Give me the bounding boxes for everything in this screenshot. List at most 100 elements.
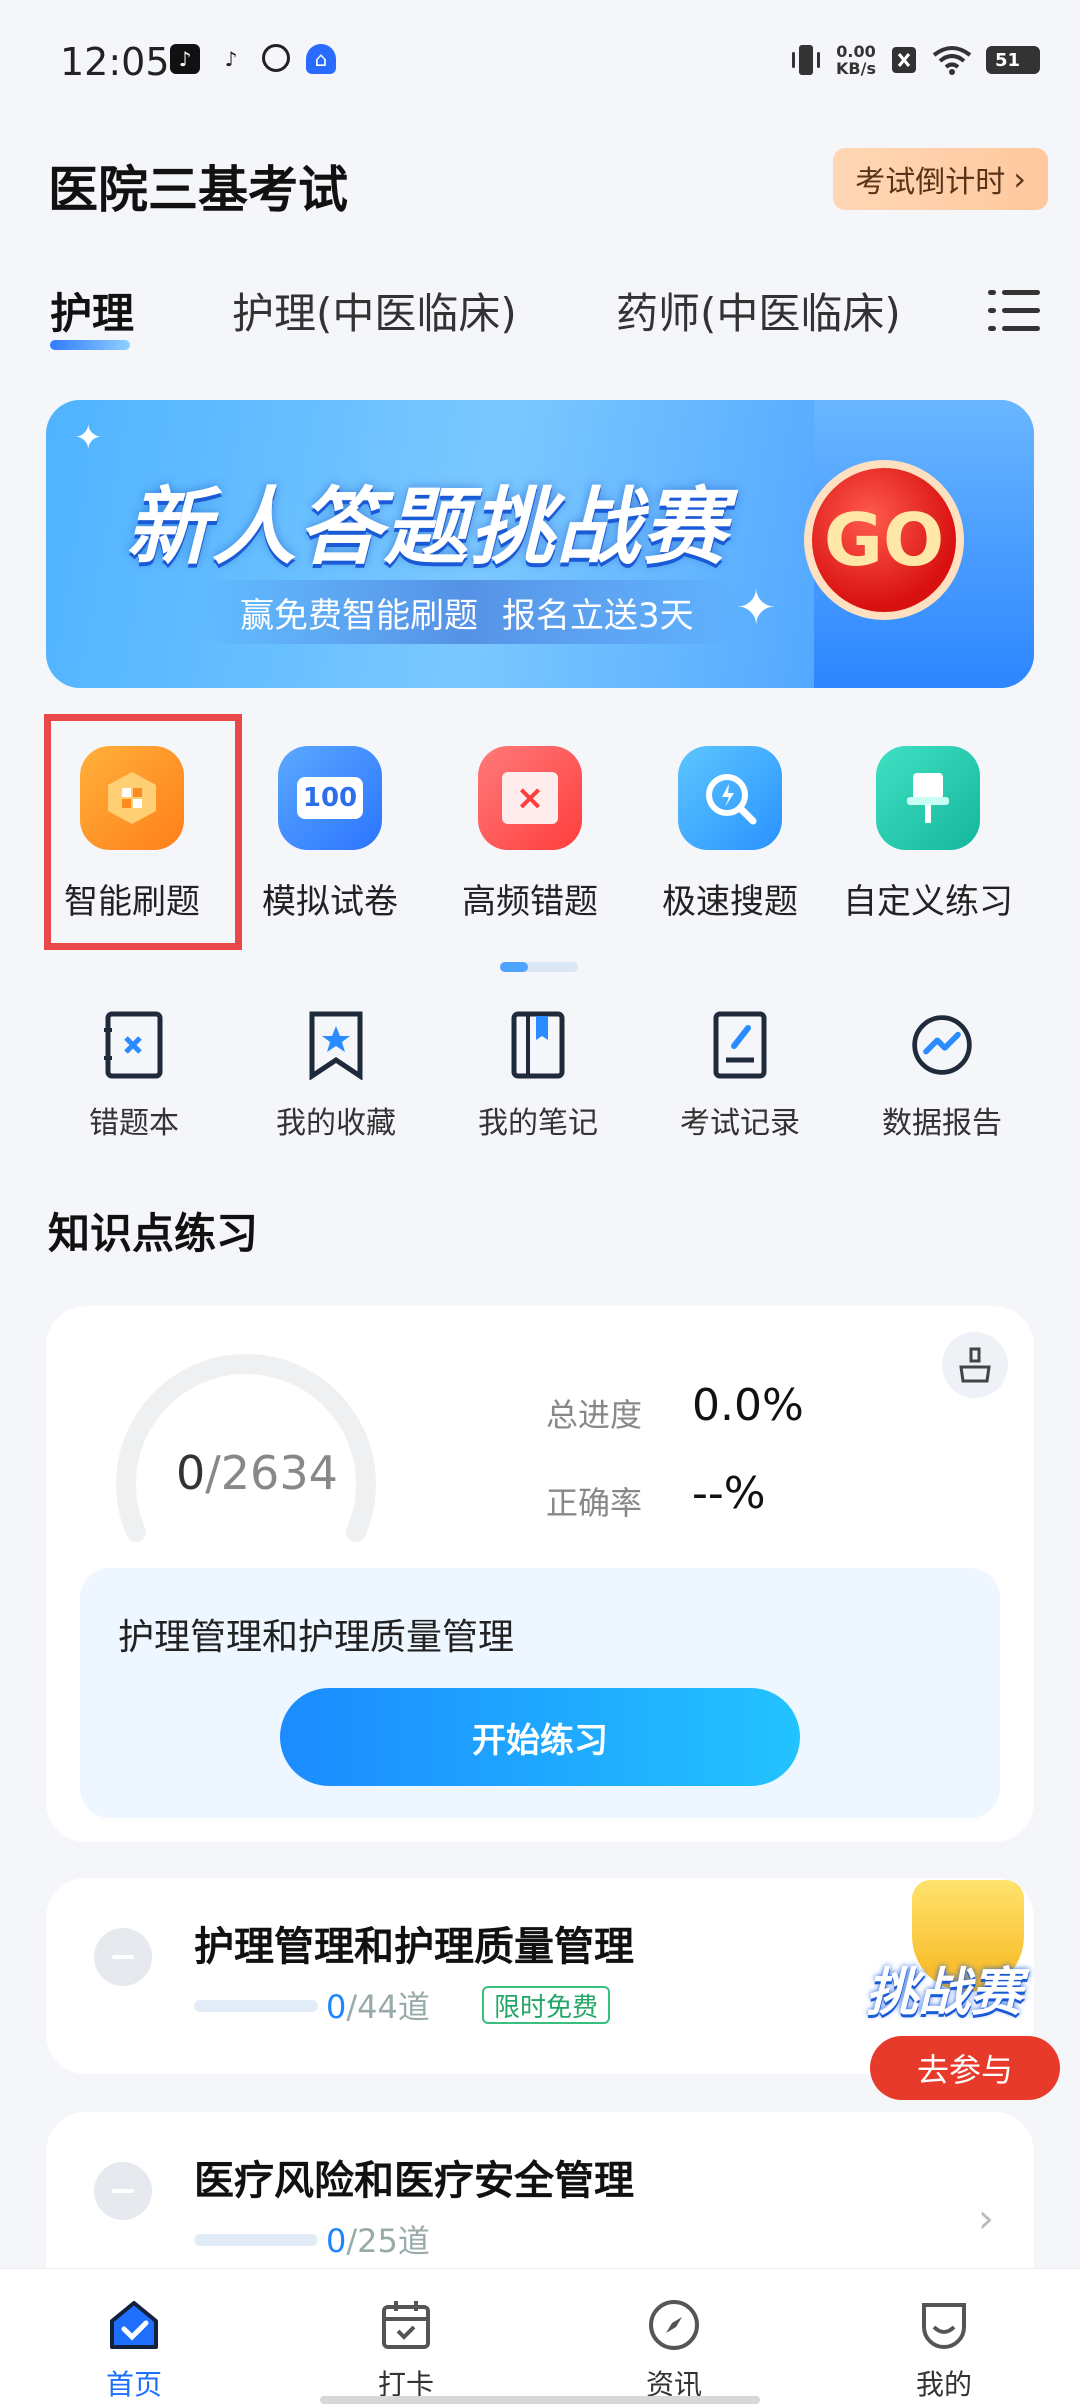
accuracy-label: 正确率 — [546, 1484, 643, 1522]
subtool-exam-record[interactable]: 考试记录 — [640, 1010, 840, 1142]
tool-label: 高频错题 — [462, 882, 598, 922]
tab-active-indicator — [50, 340, 130, 350]
tool-label: 极速搜题 — [662, 882, 798, 922]
app-badge-icon: ⌂ — [306, 44, 336, 74]
banner-go-button[interactable]: GO — [804, 460, 964, 620]
compass-icon — [644, 2295, 704, 2355]
progress-count: 0/2634 — [176, 1446, 338, 1500]
banner-sub-right: 报名立送3天 — [502, 595, 694, 636]
tab-menu-icon[interactable] — [988, 288, 1040, 332]
topic-progress-bar — [194, 2234, 318, 2246]
subtool-label: 我的笔记 — [478, 1106, 598, 1141]
no-sim-icon — [892, 47, 916, 73]
topic-title: 医疗风险和医疗安全管理 — [194, 2158, 634, 2204]
nav-label: 首页 — [105, 2368, 162, 2401]
subtool-favorites[interactable]: 我的收藏 — [236, 1010, 436, 1142]
chevron-right-icon: › — [978, 2196, 994, 2242]
mock-exam-score: 100 — [296, 777, 364, 819]
current-practice-box: 护理管理和护理质量管理 开始练习 — [80, 1568, 1000, 1818]
floating-challenge-widget[interactable]: 挑战赛 去参与 — [860, 1880, 1070, 2110]
category-tabs: 护理 护理(中医临床) 药师(中医临床) — [0, 280, 1080, 360]
topic-count: 0/25道 — [326, 2216, 430, 2262]
tool-pager — [500, 962, 578, 972]
quick-search-icon — [678, 746, 782, 850]
nav-profile[interactable]: 我的 — [874, 2295, 1014, 2403]
topic-title: 护理管理和护理质量管理 — [194, 1924, 634, 1970]
challenge-banner[interactable]: ✦ ✦ 新人答题挑战赛 赢免费智能刷题 报名立送3天 GO — [46, 400, 1034, 688]
subtool-mistake-book[interactable]: 错题本 — [34, 1010, 234, 1142]
start-practice-button[interactable]: 开始练习 — [280, 1688, 800, 1786]
mock-exam-icon: 100 — [278, 746, 382, 850]
nav-checkin[interactable]: 打卡 — [336, 2295, 476, 2403]
tool-custom-practice[interactable]: 自定义练习 — [828, 746, 1028, 923]
total-progress-value: 0.0% — [692, 1380, 804, 1431]
sparkle-icon: ✦ — [736, 580, 777, 636]
nav-label: 我的 — [915, 2368, 972, 2401]
data-report-icon — [909, 1010, 975, 1080]
countdown-label: 考试倒计时 — [855, 165, 1006, 200]
status-time: 12:05 — [60, 40, 170, 84]
subtool-label: 数据报告 — [882, 1106, 1002, 1141]
home-icon — [104, 2295, 164, 2355]
pager-active-dot — [500, 962, 528, 972]
challenge-title: 挑战赛 — [866, 1963, 1023, 2023]
favorites-icon — [303, 1010, 369, 1080]
tool-label: 自定义练习 — [843, 882, 1013, 922]
topic-progress-bar — [194, 2000, 318, 2012]
exam-countdown-button[interactable]: 考试倒计时 › — [833, 148, 1048, 210]
tab-pharmacist-tcm[interactable]: 药师(中医临床) — [616, 280, 901, 341]
home-indicator[interactable] — [320, 2396, 760, 2404]
net-speed-value: 0.00 — [836, 42, 876, 61]
broom-icon[interactable] — [942, 1332, 1008, 1398]
status-notification-icons: ♪ ♪ ⌂ — [170, 44, 336, 74]
section-title-knowledge: 知识点练习 — [48, 1209, 259, 1258]
tab-nursing-tcm[interactable]: 护理(中医临床) — [232, 280, 517, 341]
status-bar: 12:05 ♪ ♪ ⌂ 0.00 KB/s 51 — [0, 0, 1080, 120]
frequent-mistakes-icon: × — [478, 746, 582, 850]
nav-news[interactable]: 资讯 — [604, 2295, 744, 2403]
free-tag: 限时免费 — [482, 1986, 611, 2024]
mistake-book-icon — [101, 1010, 167, 1080]
done-count: 0 — [176, 1446, 206, 1500]
tool-frequent-mistakes[interactable]: × 高频错题 — [430, 746, 630, 923]
banner-sub-left: 赢免费智能刷题 — [240, 595, 478, 636]
nav-home[interactable]: 首页 — [64, 2295, 204, 2403]
page-title: 医院三基考试 — [48, 161, 348, 219]
topic-done: 0 — [326, 2222, 347, 2260]
calendar-check-icon — [376, 2295, 436, 2355]
collapse-icon[interactable] — [94, 1928, 152, 1986]
header: 医院三基考试 考试倒计时 › — [0, 140, 1080, 230]
highlight-box — [44, 714, 242, 950]
join-challenge-button[interactable]: 去参与 — [870, 2036, 1060, 2100]
custom-practice-icon — [876, 746, 980, 850]
sub-tool-row: 错题本 我的收藏 我的笔记 考试记录 数据报告 — [0, 1010, 1080, 1150]
tool-quick-search[interactable]: 极速搜题 — [630, 746, 830, 923]
net-speed: 0.00 KB/s — [836, 43, 876, 77]
topic-total: /44道 — [346, 1988, 430, 2026]
accuracy-value: --% — [692, 1468, 766, 1519]
status-right-icons: 0.00 KB/s 51 — [790, 42, 1040, 78]
music-note-icon: ♪ — [224, 47, 238, 71]
battery-icon: 51 — [986, 46, 1040, 74]
tool-mock-exam[interactable]: 100 模拟试卷 — [230, 746, 430, 923]
net-speed-unit: KB/s — [836, 59, 876, 78]
vibrate-icon — [792, 45, 821, 75]
subtool-label: 错题本 — [89, 1106, 179, 1141]
chevron-right-icon: › — [1013, 160, 1026, 198]
bottom-nav: 首页 打卡 资讯 我的 — [0, 2268, 1080, 2408]
notes-icon — [505, 1010, 571, 1080]
banner-title: 新人答题挑战赛 — [126, 478, 729, 576]
topic-count: 0/44道 — [326, 1982, 430, 2028]
sync-icon — [262, 44, 290, 72]
total-progress-label: 总进度 — [546, 1396, 643, 1434]
collapse-icon[interactable] — [94, 2162, 152, 2220]
topic-done: 0 — [326, 1988, 347, 2026]
tab-nursing[interactable]: 护理 — [50, 280, 134, 341]
tool-label: 模拟试卷 — [262, 882, 398, 922]
knowledge-progress-card: 0/2634 总进度 0.0% 正确率 --% 护理管理和护理质量管理 开始练习 — [46, 1306, 1034, 1842]
profile-icon — [914, 2295, 974, 2355]
subtool-notes[interactable]: 我的笔记 — [438, 1010, 638, 1142]
tiktok-icon: ♪ — [170, 44, 200, 74]
subtool-data-report[interactable]: 数据报告 — [842, 1010, 1042, 1142]
current-topic: 护理管理和护理质量管理 — [118, 1617, 515, 1658]
